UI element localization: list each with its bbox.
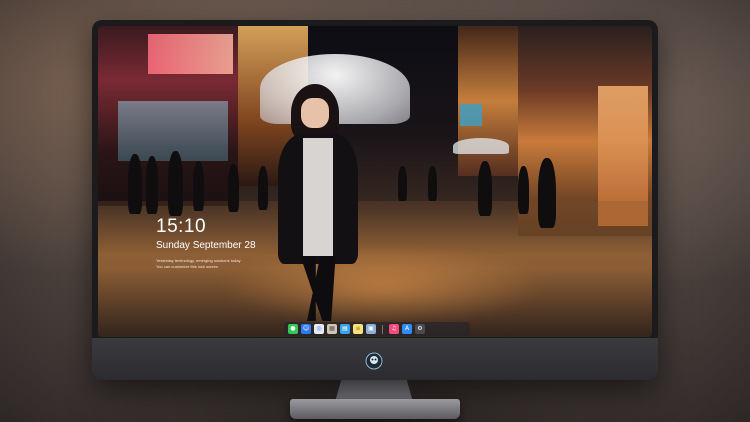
preview-icon[interactable]: ▣: [366, 324, 376, 334]
settings-icon[interactable]: ⚙: [415, 324, 425, 334]
lock-screen[interactable]: 15:10 Sunday September 28 Yesterday tech…: [98, 26, 652, 337]
safari-icon[interactable]: ◎: [314, 324, 324, 334]
pedestrian: [168, 151, 183, 216]
pedestrian: [146, 156, 158, 214]
blue-sign: [460, 104, 482, 126]
lock-screen-note: Yesterday technology, emerging solutions…: [156, 258, 241, 263]
files-icon[interactable]: ▤: [340, 324, 350, 334]
pedestrian: [258, 166, 268, 210]
pedestrian: [478, 161, 492, 216]
photos-icon[interactable]: ▦: [327, 324, 337, 334]
pedestrian: [428, 166, 437, 201]
dock-separator: [382, 324, 383, 334]
pedestrian: [228, 164, 239, 212]
character-face: [301, 98, 329, 128]
monitor: 15:10 Sunday September 28 Yesterday tech…: [92, 20, 658, 380]
music-icon[interactable]: ♫: [389, 324, 399, 334]
pedestrian: [398, 166, 407, 201]
neon-sign-left: [148, 34, 233, 74]
umbrella-background: [453, 138, 509, 154]
dock: ● ☺ ◎ ▦ ▤ ≡ ▣ ♫ A ⚙: [284, 322, 470, 336]
lock-screen-time: 15:10: [156, 216, 207, 237]
lock-screen-date: Sunday September 28: [156, 240, 256, 251]
messages-icon[interactable]: ●: [288, 324, 298, 334]
app-store-icon[interactable]: A: [402, 324, 412, 334]
notes-icon[interactable]: ≡: [353, 324, 363, 334]
character-shirt: [303, 138, 333, 256]
monitor-stand-base: [290, 399, 460, 419]
pedestrian: [128, 154, 142, 214]
brand-logo-icon: [365, 352, 383, 370]
pedestrian: [193, 161, 204, 211]
pedestrian: [538, 158, 556, 228]
finder-icon[interactable]: ☺: [301, 324, 311, 334]
lock-screen-note: You can customize this lock screen: [156, 264, 219, 269]
pedestrian: [518, 166, 529, 214]
